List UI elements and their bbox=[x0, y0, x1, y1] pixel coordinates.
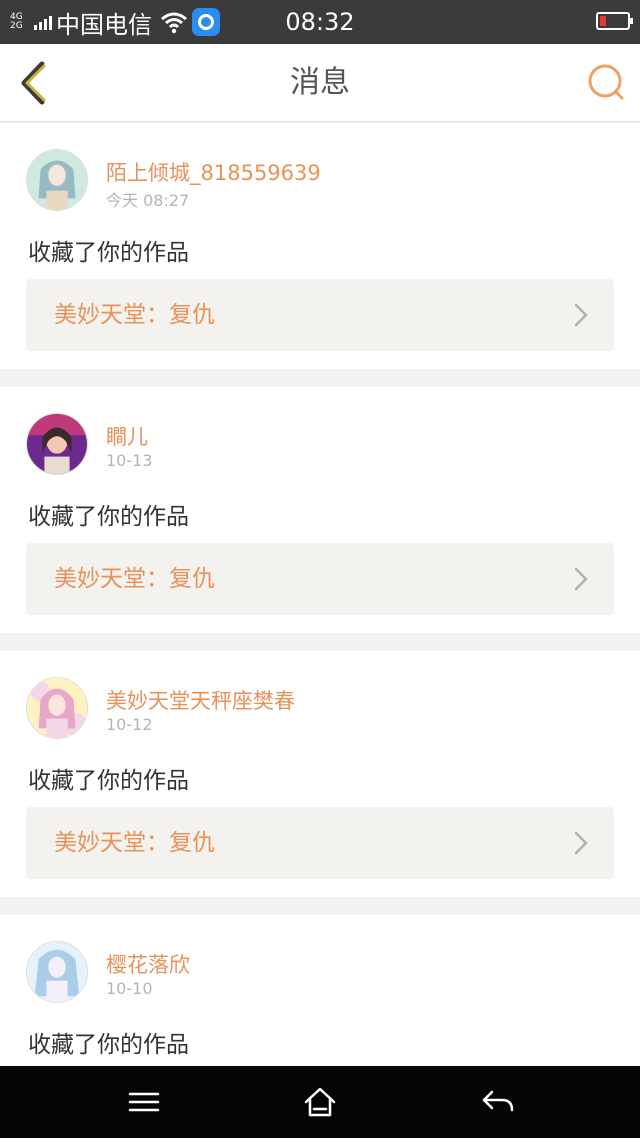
wifi-icon bbox=[161, 12, 187, 34]
search-button[interactable] bbox=[586, 62, 626, 102]
user-name[interactable]: 陌上倾城_818559639 bbox=[106, 157, 321, 187]
user-name[interactable]: 美妙天堂天秤座樊春 bbox=[106, 685, 295, 715]
home-icon bbox=[304, 1087, 336, 1117]
work-link[interactable]: 美妙天堂：复仇 bbox=[26, 279, 614, 351]
user-name[interactable]: 樱花落欣 bbox=[106, 949, 190, 979]
action-text: 收藏了你的作品 bbox=[28, 240, 189, 266]
action-text: 收藏了你的作品 bbox=[28, 504, 189, 530]
avatar[interactable] bbox=[26, 941, 88, 1003]
message-item: 瞷儿 10-13 收藏了你的作品 美妙天堂：复仇 bbox=[0, 387, 640, 633]
message-item: 樱花落欣 10-10 收藏了你的作品 bbox=[0, 915, 640, 1085]
work-title: 美妙天堂：复仇 bbox=[54, 302, 215, 328]
work-link[interactable]: 美妙天堂：复仇 bbox=[26, 543, 614, 615]
app-notification-icon bbox=[192, 8, 220, 36]
signal-icon: 4G 2G bbox=[10, 11, 52, 33]
search-icon bbox=[588, 64, 624, 100]
avatar[interactable] bbox=[26, 413, 88, 475]
back-nav-button[interactable] bbox=[478, 1084, 518, 1120]
message-item: 陌上倾城_818559639 今天 08:27 收藏了你的作品 美妙天堂：复仇 bbox=[0, 123, 640, 369]
home-button[interactable] bbox=[300, 1084, 340, 1120]
back-arrow-icon bbox=[482, 1090, 514, 1112]
user-name[interactable]: 瞷儿 bbox=[106, 421, 148, 451]
avatar[interactable] bbox=[26, 677, 88, 739]
action-text: 收藏了你的作品 bbox=[28, 768, 189, 794]
status-bar: 4G 2G 中国电信 08:32 bbox=[0, 0, 640, 44]
chevron-right-icon bbox=[574, 303, 588, 327]
message-item: 美妙天堂天秤座樊春 10-12 收藏了你的作品 美妙天堂：复仇 bbox=[0, 651, 640, 897]
page-title: 消息 bbox=[290, 65, 350, 100]
chevron-right-icon bbox=[574, 567, 588, 591]
app-header: 消息 bbox=[0, 44, 640, 122]
chevron-right-icon bbox=[574, 831, 588, 855]
menu-button[interactable] bbox=[124, 1084, 164, 1120]
message-time: 今天 08:27 bbox=[106, 191, 190, 210]
avatar[interactable] bbox=[26, 149, 88, 211]
carrier-name: 中国电信 bbox=[56, 10, 152, 39]
work-title: 美妙天堂：复仇 bbox=[54, 830, 215, 856]
menu-icon bbox=[128, 1092, 160, 1112]
message-time: 10-12 bbox=[106, 715, 153, 734]
work-link[interactable]: 美妙天堂：复仇 bbox=[26, 807, 614, 879]
message-time: 10-10 bbox=[106, 979, 153, 998]
message-time: 10-13 bbox=[106, 451, 153, 470]
work-title: 美妙天堂：复仇 bbox=[54, 566, 215, 592]
battery-icon bbox=[596, 12, 633, 30]
message-list: 陌上倾城_818559639 今天 08:27 收藏了你的作品 美妙天堂：复仇 … bbox=[0, 123, 640, 1103]
system-nav-bar bbox=[0, 1066, 640, 1138]
action-text: 收藏了你的作品 bbox=[28, 1032, 189, 1058]
network-label: 4G 2G bbox=[10, 12, 23, 31]
